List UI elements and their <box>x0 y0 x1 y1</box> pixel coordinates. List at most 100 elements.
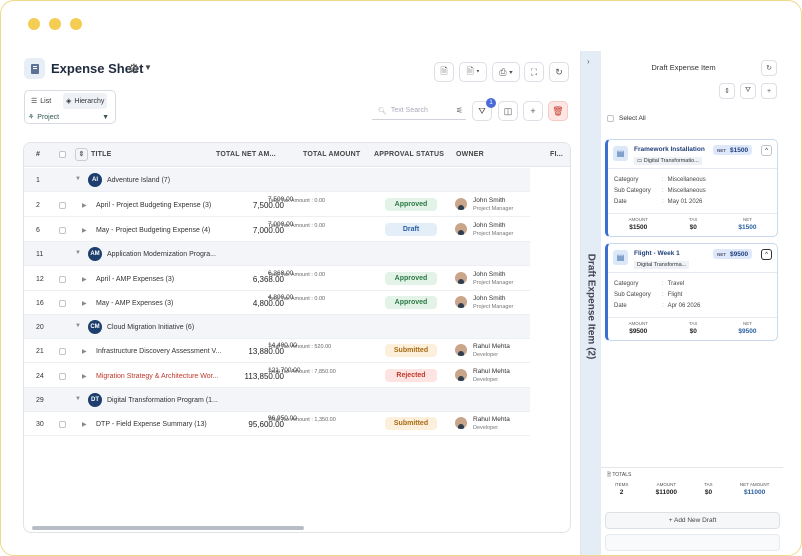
horizontal-scrollbar[interactable] <box>32 526 304 530</box>
avatar <box>455 417 467 429</box>
row-title[interactable]: Infrastructure Discovery Assessment V... <box>96 348 221 355</box>
group-by-select[interactable]: ⚘ Project ▼ <box>28 111 113 123</box>
row-checkbox[interactable] <box>59 373 66 380</box>
row-title[interactable]: May - Project Budgeting Expense (4) <box>96 227 210 234</box>
panel-collapse-strip[interactable]: › Draft Expense Item (2) <box>581 51 601 555</box>
group-row[interactable]: 29 ▼ DT Digital Transformation Program (… <box>24 388 530 412</box>
row-title[interactable]: Migration Strategy & Architecture Wor... <box>96 373 218 380</box>
row-number: 24 <box>36 373 44 380</box>
close-dot[interactable] <box>28 18 40 30</box>
refresh-button[interactable]: ↻ <box>761 60 777 76</box>
refresh-icon: ↻ <box>766 65 772 72</box>
expand-icon[interactable]: ▶ <box>82 227 87 234</box>
chevron-right-icon[interactable]: › <box>587 57 590 66</box>
status-badge: Approved <box>385 296 437 309</box>
row-checkbox[interactable] <box>59 276 66 283</box>
collapse-icon[interactable]: ▼ <box>75 323 81 329</box>
total-items-value: 2 <box>619 489 624 496</box>
avatar <box>455 369 467 381</box>
sort-button[interactable]: ⇕ <box>719 83 735 99</box>
row-checkbox[interactable] <box>59 348 66 355</box>
status-badge: Submitted <box>385 344 437 357</box>
collapse-icon[interactable]: ▼ <box>75 396 81 402</box>
group-row[interactable]: 1 ▼ AI Adventure Island (7) <box>24 168 530 192</box>
table-row[interactable]: 30 ▶ DTP - Field Expense Summary (13) 95… <box>24 412 530 436</box>
row-title[interactable]: April - Project Budgeting Expense (3) <box>96 202 211 209</box>
table-row[interactable]: 12 ▶ April - AMP Expenses (3) 6,368.00 6… <box>24 267 530 291</box>
total-items: ITEMS 2 <box>615 482 629 496</box>
chevron-down-icon[interactable]: ▼ <box>144 63 152 72</box>
draft-card[interactable]: ▤ Framework Installation ▭ Digital Trans… <box>605 139 778 237</box>
delete-button[interactable]: 🗑 <box>548 101 568 121</box>
tab-hierarchy-label: Hierarchy <box>74 97 105 105</box>
date-label: Date <box>614 303 627 309</box>
col-owner[interactable]: OWNER <box>456 151 484 158</box>
expand-icon[interactable]: ▶ <box>82 276 87 283</box>
trash-icon: 🗑 <box>552 105 564 116</box>
col-title[interactable]: TITLE <box>91 151 111 158</box>
row-checkbox[interactable] <box>59 202 66 209</box>
tab-hierarchy[interactable]: ◈ Hierarchy <box>63 93 108 109</box>
minimize-dot[interactable] <box>49 18 61 30</box>
add-button[interactable]: + <box>523 101 543 121</box>
row-title[interactable]: April - AMP Expenses (3) <box>96 276 174 283</box>
col-total-amount[interactable]: TOTAL AMOUNT <box>303 151 360 158</box>
add-new-draft-button[interactable]: + Add New Draft <box>605 512 780 529</box>
tax-cell: TAX $0 <box>689 217 697 237</box>
print-button[interactable]: ⎙ ▾ <box>492 62 520 82</box>
maximize-dot[interactable] <box>70 18 82 30</box>
select-all-checkbox[interactable] <box>607 115 614 122</box>
tax-value: $0 <box>689 224 697 231</box>
row-checkbox[interactable] <box>59 421 66 428</box>
export-button[interactable]: 🗎 ▾ <box>459 62 487 82</box>
card-title[interactable]: Flight - Week 1 <box>634 250 680 257</box>
collapse-icon[interactable]: ^ <box>761 145 772 156</box>
secondary-action-button[interactable] <box>605 534 780 551</box>
group-name: Cloud Migration Initiative (6) <box>107 324 195 331</box>
export-pdf-button[interactable]: 🗎 <box>434 62 454 82</box>
row-checkbox[interactable] <box>59 300 66 307</box>
table-row[interactable]: 21 ▶ Infrastructure Discovery Assessment… <box>24 339 530 363</box>
sliders-icon[interactable]: ⚟ <box>456 106 463 115</box>
add-button[interactable]: + <box>761 83 777 99</box>
search-input[interactable]: 🔍︎ Text Search ⚟ <box>372 102 466 120</box>
expand-icon[interactable]: ▶ <box>82 421 87 428</box>
tax-amount: Total Tax Amount : 0.00 <box>268 272 326 278</box>
row-title[interactable]: DTP - Field Expense Summary (13) <box>96 421 207 428</box>
group-row[interactable]: 20 ▼ CM Cloud Migration Initiative (6) <box>24 315 530 339</box>
col-more[interactable]: FI... <box>550 151 563 158</box>
col-approval-status[interactable]: APPROVAL STATUS <box>374 151 444 158</box>
table-row[interactable]: 2 ▶ April - Project Budgeting Expense (3… <box>24 193 530 217</box>
tax-cell: TAX $0 <box>689 321 697 341</box>
expand-icon[interactable]: ▶ <box>82 300 87 307</box>
select-all[interactable]: Select All <box>607 115 646 122</box>
expand-icon[interactable]: ▶ <box>82 348 87 355</box>
total-items-label: ITEMS <box>614 482 629 487</box>
collapse-icon[interactable]: ^ <box>761 249 772 260</box>
filter-button[interactable]: ⛛ <box>740 83 756 99</box>
table-row[interactable]: 6 ▶ May - Project Budgeting Expense (4) … <box>24 218 530 242</box>
card-title[interactable]: Framework Installation <box>634 146 705 153</box>
owner-name: John Smith <box>473 197 506 204</box>
columns-button[interactable]: ◫ <box>498 101 518 121</box>
row-checkbox[interactable] <box>59 227 66 234</box>
net-pill: NET $1500 <box>713 145 753 155</box>
draft-card[interactable]: ▤ Flight - Week 1 Digital Transforma... … <box>605 243 778 341</box>
select-all-checkbox[interactable] <box>59 151 66 158</box>
expand-icon[interactable]: ▶ <box>82 373 87 380</box>
expand-icon[interactable]: ▶ <box>82 202 87 209</box>
date-label: Date <box>614 199 627 205</box>
table-row[interactable]: 16 ▶ May - AMP Expenses (3) 4,800.00 4,8… <box>24 291 530 315</box>
row-title[interactable]: May - AMP Expenses (3) <box>96 300 173 307</box>
group-row[interactable]: 11 ▼ AM Application Modernization Progra… <box>24 242 530 266</box>
tab-list[interactable]: ☰ List <box>28 93 54 109</box>
collapse-icon[interactable]: ▼ <box>75 176 81 182</box>
gear-icon[interactable]: ⚙ <box>128 61 140 77</box>
col-total-net[interactable]: TOTAL NET AM... <box>216 151 276 158</box>
fullscreen-button[interactable]: ⛶ <box>524 62 544 82</box>
collapse-icon[interactable]: ▼ <box>75 250 81 256</box>
refresh-button[interactable]: ↻ <box>549 62 569 82</box>
table-row[interactable]: 24 ▶ Migration Strategy & Architecture W… <box>24 364 530 388</box>
sub-category-label: Sub Category <box>614 188 651 194</box>
sort-icon[interactable]: ⇕ <box>75 148 88 161</box>
